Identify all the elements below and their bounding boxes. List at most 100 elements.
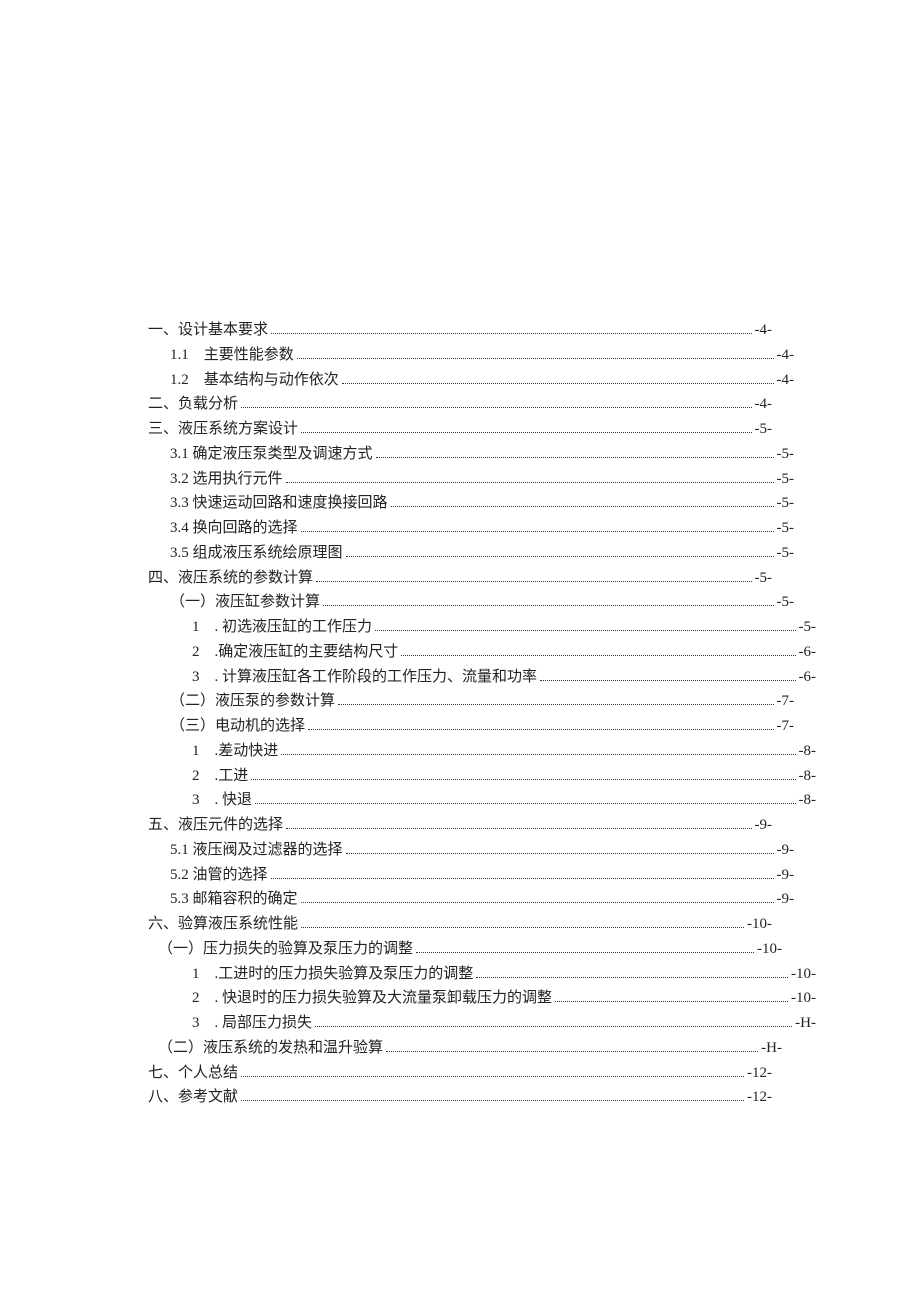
dot-leader: [271, 878, 774, 879]
toc-entry: （一）液压缸参数计算-5-: [148, 590, 794, 615]
toc-entry: 5.1 液压阀及过滤器的选择 -9-: [148, 838, 794, 863]
toc-entry: 七、个人总结 -12-: [148, 1061, 772, 1086]
toc-entry: 1 .工进时的压力损失验算及泵压力的调整-10-: [148, 962, 816, 987]
dot-leader: [346, 853, 774, 854]
toc-page: -5-: [777, 516, 795, 541]
toc-entry: 5.3 邮箱容积的确定-9-: [148, 887, 794, 912]
toc-entry: 3.4 换向回路的选择-5-: [148, 516, 794, 541]
dot-leader: [297, 358, 774, 359]
toc-page: -6-: [799, 640, 817, 665]
toc-page: -5-: [777, 442, 795, 467]
toc-label: 三、液压系统方案设计: [148, 417, 298, 442]
toc-label: 3.5 组成液压系统绘原理图: [170, 541, 343, 566]
toc-label: （二）液压泵的参数计算: [170, 689, 335, 714]
dot-leader: [301, 902, 774, 903]
toc-entry: 3.1 确定液压泵类型及调速方式-5-: [148, 442, 794, 467]
dot-leader: [241, 407, 751, 408]
toc-label: 二、负载分析: [148, 392, 238, 417]
toc-page: -10-: [791, 986, 816, 1011]
toc-page: -12-: [747, 1061, 772, 1086]
toc-entry: 2 .确定液压缸的主要结构尺寸-6-: [148, 640, 816, 665]
toc-page: -6-: [799, 665, 817, 690]
toc-label: 3 . 局部压力损失: [192, 1011, 312, 1036]
toc-page: -5-: [777, 467, 795, 492]
toc-entry: 三、液压系统方案设计-5-: [148, 417, 772, 442]
toc-page: -5-: [755, 566, 773, 591]
toc-entry: 1.2 基本结构与动作依次 -4-: [148, 368, 794, 393]
toc-label: 1 .差动快进: [192, 739, 278, 764]
toc-entry: 3 . 局部压力损失 -H-: [148, 1011, 816, 1036]
toc-label: 5.1 液压阀及过滤器的选择: [170, 838, 343, 863]
toc-page: -H-: [795, 1011, 816, 1036]
toc-label: 六、验算液压系统性能: [148, 912, 298, 937]
toc-label: 1.1 主要性能参数: [170, 343, 294, 368]
toc-entry: 3.2 选用执行元件 -5-: [148, 467, 794, 492]
toc-label: 1.2 基本结构与动作依次: [170, 368, 339, 393]
dot-leader: [346, 556, 774, 557]
dot-leader: [286, 482, 774, 483]
toc-entry: 2 .工进-8-: [148, 764, 816, 789]
toc-page: -4-: [777, 368, 795, 393]
toc-entry: 3.5 组成液压系统绘原理图 -5-: [148, 541, 794, 566]
toc-entry: 5.2 油管的选择-9-: [148, 863, 794, 888]
toc-label: 1 .工进时的压力损失验算及泵压力的调整: [192, 962, 473, 987]
toc-page: -9-: [777, 838, 795, 863]
toc-entry: （二）液压系统的发热和温升验算-H-: [148, 1036, 782, 1061]
dot-leader: [255, 803, 795, 804]
toc-page: -9-: [755, 813, 773, 838]
toc-entry: （三）电动机的选择 -7-: [148, 714, 794, 739]
toc-label: 3 . 计算液压缸各工作阶段的工作压力、流量和功率: [192, 665, 537, 690]
dot-leader: [338, 704, 773, 705]
toc-entry: 一、设计基本要求-4-: [148, 318, 772, 343]
toc-page: -9-: [777, 863, 795, 888]
toc-entry: 3 . 计算液压缸各工作阶段的工作压力、流量和功率 -6-: [148, 665, 816, 690]
toc-page: -7-: [777, 689, 795, 714]
toc-entry: 八、参考文献-12-: [148, 1085, 772, 1110]
toc-page: -9-: [777, 887, 795, 912]
toc-entry: 2 . 快退时的压力损失验算及大流量泵卸载压力的调整 -10-: [148, 986, 816, 1011]
dot-leader: [375, 630, 795, 631]
toc-label: 3.2 选用执行元件: [170, 467, 283, 492]
dot-leader: [271, 333, 751, 334]
dot-leader: [308, 729, 773, 730]
dot-leader: [281, 754, 795, 755]
dot-leader: [301, 927, 744, 928]
toc-page: -5-: [799, 615, 817, 640]
toc-entry: 3 . 快退 -8-: [148, 788, 816, 813]
dot-leader: [342, 383, 774, 384]
toc-entry: 1 . 初选液压缸的工作压力-5-: [148, 615, 816, 640]
toc-label: 七、个人总结: [148, 1061, 238, 1086]
dot-leader: [540, 680, 795, 681]
toc-page: -4-: [777, 343, 795, 368]
toc-entry: （二）液压泵的参数计算 -7-: [148, 689, 794, 714]
toc-page: -5-: [777, 491, 795, 516]
toc-label: 2 . 快退时的压力损失验算及大流量泵卸载压力的调整: [192, 986, 552, 1011]
toc-page: -5-: [777, 541, 795, 566]
toc-page: -8-: [799, 764, 817, 789]
dot-leader: [416, 952, 754, 953]
dot-leader: [301, 531, 774, 532]
toc-page: -H-: [761, 1036, 782, 1061]
toc-container: 一、设计基本要求-4-1.1 主要性能参数 -4- 1.2 基本结构与动作依次 -4-…: [0, 0, 920, 1170]
toc-page: -8-: [799, 788, 817, 813]
toc-label: 八、参考文献: [148, 1085, 238, 1110]
dot-leader: [555, 1001, 788, 1002]
toc-entry: 六、验算液压系统性能-10-: [148, 912, 772, 937]
toc-page: -4-: [755, 392, 773, 417]
toc-label: 3.3 快速运动回路和速度换接回路: [170, 491, 388, 516]
dot-leader: [301, 432, 751, 433]
toc-label: 3 . 快退: [192, 788, 252, 813]
toc-entry: 四、液压系统的参数计算-5-: [148, 566, 772, 591]
toc-label: （三）电动机的选择: [170, 714, 305, 739]
toc-label: 五、液压元件的选择: [148, 813, 283, 838]
toc-entry: （一）压力损失的验算及泵压力的调整-10-: [148, 937, 782, 962]
dot-leader: [386, 1051, 758, 1052]
dot-leader: [241, 1100, 744, 1101]
toc-page: -7-: [777, 714, 795, 739]
toc-page: -5-: [777, 590, 795, 615]
dot-leader: [241, 1076, 744, 1077]
toc-page: -10-: [757, 937, 782, 962]
dot-leader: [316, 581, 751, 582]
dot-leader: [476, 977, 788, 978]
toc-entry: 3.3 快速运动回路和速度换接回路 -5-: [148, 491, 794, 516]
